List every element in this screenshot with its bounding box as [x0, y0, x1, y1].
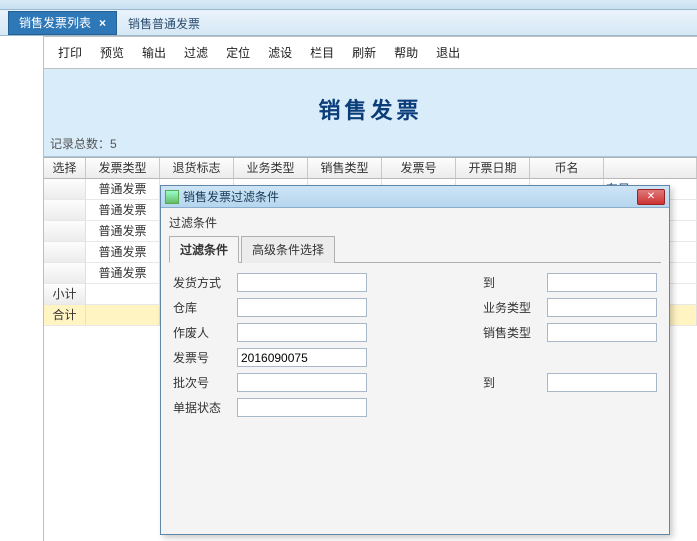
filter-button[interactable]: 过滤 — [176, 40, 216, 65]
refresh-button[interactable]: 刷新 — [344, 40, 384, 65]
app-tabstrip: 销售发票列表 × 销售普通发票 — [0, 10, 697, 36]
row-head[interactable] — [44, 200, 86, 221]
row-head[interactable] — [44, 179, 86, 200]
row-head[interactable] — [44, 221, 86, 242]
col-more[interactable] — [604, 158, 697, 179]
input-doc-status[interactable] — [237, 398, 367, 417]
cell-invoice-type: 普通发票 — [86, 221, 160, 242]
input-invoice-no[interactable] — [237, 348, 367, 367]
record-count: 5 — [110, 137, 117, 151]
record-label: 记录总数： — [50, 137, 110, 151]
label-biz-type: 业务类型 — [483, 299, 539, 316]
input-ship-method-to[interactable] — [547, 273, 657, 292]
cell-invoice-type: 普通发票 — [86, 179, 160, 200]
window-titlebar — [0, 0, 697, 10]
label-invoice-no: 发票号 — [173, 349, 229, 366]
help-button[interactable]: 帮助 — [386, 40, 426, 65]
input-warehouse[interactable] — [237, 298, 367, 317]
cell-invoice-type: 普通发票 — [86, 263, 160, 284]
label-doc-status: 单据状态 — [173, 399, 229, 416]
input-biz-type[interactable] — [547, 298, 657, 317]
col-sale-type[interactable]: 销售类型 — [308, 158, 382, 179]
filterset-button[interactable]: 滤设 — [260, 40, 300, 65]
tab-label: 销售发票列表 — [19, 15, 91, 31]
col-return-flag[interactable]: 退货标志 — [160, 158, 234, 179]
page-title: 销售发票 — [54, 93, 687, 125]
tab-invoice-list[interactable]: 销售发票列表 × — [8, 11, 117, 35]
input-sale-type[interactable] — [547, 323, 657, 342]
left-gutter — [0, 36, 44, 541]
header-band: 销售发票 记录总数：5 — [44, 69, 697, 157]
col-date[interactable]: 开票日期 — [456, 158, 530, 179]
exit-button[interactable]: 退出 — [428, 40, 468, 65]
tab-common-invoice[interactable]: 销售普通发票 — [117, 11, 211, 35]
cell-invoice-type: 普通发票 — [86, 242, 160, 263]
label-warehouse: 仓库 — [173, 299, 229, 316]
group-label: 过滤条件 — [169, 214, 661, 231]
label-batch-no: 批次号 — [173, 374, 229, 391]
print-button[interactable]: 打印 — [50, 40, 90, 65]
record-total: 记录总数：5 — [50, 135, 117, 152]
export-button[interactable]: 输出 — [134, 40, 174, 65]
filter-tabs: 过滤条件 高级条件选择 — [169, 235, 661, 263]
input-voider[interactable] — [237, 323, 367, 342]
input-batch-no-from[interactable] — [237, 373, 367, 392]
tab-label: 销售普通发票 — [128, 17, 200, 31]
row-head[interactable] — [44, 242, 86, 263]
cell-invoice-type: 普通发票 — [86, 200, 160, 221]
input-batch-no-to[interactable] — [547, 373, 657, 392]
grid-header: 选择 发票类型 退货标志 业务类型 销售类型 发票号 开票日期 币名 — [44, 158, 697, 179]
row-head[interactable] — [44, 263, 86, 284]
label-to2: 到 — [483, 374, 539, 391]
col-select[interactable]: 选择 — [44, 158, 86, 179]
col-biz-type[interactable]: 业务类型 — [234, 158, 308, 179]
form-area: 发货方式 到 仓库 业务类型 作废人 销售类型 发票 — [169, 263, 661, 433]
close-icon[interactable]: ✕ — [637, 189, 665, 205]
dialog-icon — [165, 190, 179, 204]
close-icon[interactable]: × — [99, 15, 106, 31]
label-to: 到 — [483, 274, 539, 291]
dialog-body: 过滤条件 过滤条件 高级条件选择 发货方式 到 仓库 业务类型 作废人 — [161, 208, 669, 534]
input-ship-method-from[interactable] — [237, 273, 367, 292]
dialog-title: 销售发票过滤条件 — [183, 188, 633, 205]
col-invoice-type[interactable]: 发票类型 — [86, 158, 160, 179]
total-label: 合计 — [44, 305, 86, 326]
label-sale-type: 销售类型 — [483, 324, 539, 341]
col-invoice-no[interactable]: 发票号 — [382, 158, 456, 179]
subtotal-label: 小计 — [44, 284, 86, 305]
tab-advanced-conditions[interactable]: 高级条件选择 — [241, 236, 335, 263]
preview-button[interactable]: 预览 — [92, 40, 132, 65]
locate-button[interactable]: 定位 — [218, 40, 258, 65]
tab-filter-conditions[interactable]: 过滤条件 — [169, 236, 239, 263]
toolbar: 打印 预览 输出 过滤 定位 滤设 栏目 刷新 帮助 退出 — [44, 37, 697, 69]
dialog-titlebar[interactable]: 销售发票过滤条件 ✕ — [161, 186, 669, 208]
label-voider: 作废人 — [173, 324, 229, 341]
col-currency[interactable]: 币名 — [530, 158, 604, 179]
label-ship-method: 发货方式 — [173, 274, 229, 291]
columns-button[interactable]: 栏目 — [302, 40, 342, 65]
filter-dialog: 销售发票过滤条件 ✕ 过滤条件 过滤条件 高级条件选择 发货方式 到 仓库 业务… — [160, 185, 670, 535]
